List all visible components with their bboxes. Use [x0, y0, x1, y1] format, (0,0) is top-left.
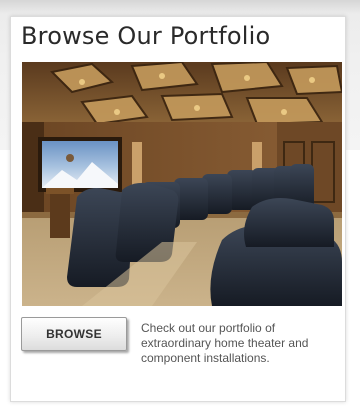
home-theater-image[interactable] — [22, 62, 342, 306]
portfolio-description: Check out our portfolio of extraordinary… — [141, 321, 309, 365]
portfolio-panel: Browse Our Portfolio BROWSE Check out ou… — [10, 16, 346, 402]
browse-button[interactable]: BROWSE — [21, 317, 127, 351]
panel-title: Browse Our Portfolio — [21, 22, 271, 50]
